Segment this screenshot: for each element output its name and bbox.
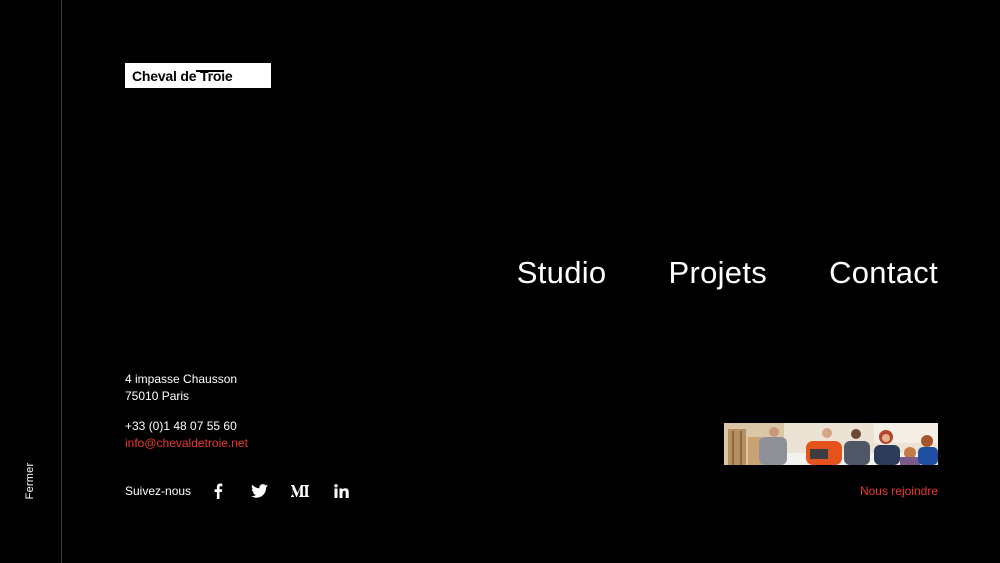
close-menu-button[interactable]: Fermer [24, 463, 36, 500]
nav-item-studio[interactable]: Studio [517, 254, 607, 292]
nav-item-projets[interactable]: Projets [668, 254, 767, 292]
twitter-icon[interactable] [249, 481, 269, 501]
menu-overlay: Fermer Cheval de Troie Studio Projets Co… [0, 0, 1000, 563]
contact-links: +33 (0)1 48 07 55 60 info@chevaldetroie.… [125, 418, 248, 452]
logo[interactable]: Cheval de Troie [125, 63, 271, 88]
address-line-2: 75010 Paris [125, 389, 190, 403]
logo-strike-mark [196, 70, 224, 72]
phone-link[interactable]: +33 (0)1 48 07 55 60 [125, 418, 248, 435]
nav-item-contact[interactable]: Contact [829, 254, 938, 292]
address-block: 4 impasse Chausson 75010 Paris [125, 371, 237, 405]
main-nav: Studio Projets Contact [517, 254, 938, 292]
social-label: Suivez-nous [125, 484, 192, 498]
email-link[interactable]: info@chevaldetroie.net [125, 435, 248, 452]
side-rail: Fermer [0, 0, 62, 563]
team-photo[interactable] [724, 423, 938, 465]
linkedin-icon[interactable] [331, 481, 351, 501]
facebook-icon[interactable] [208, 481, 228, 501]
medium-icon[interactable] [290, 481, 310, 501]
join-us-link[interactable]: Nous rejoindre [860, 484, 938, 498]
social-links: Suivez-nous [125, 481, 372, 501]
address-line-1: 4 impasse Chausson [125, 372, 238, 386]
